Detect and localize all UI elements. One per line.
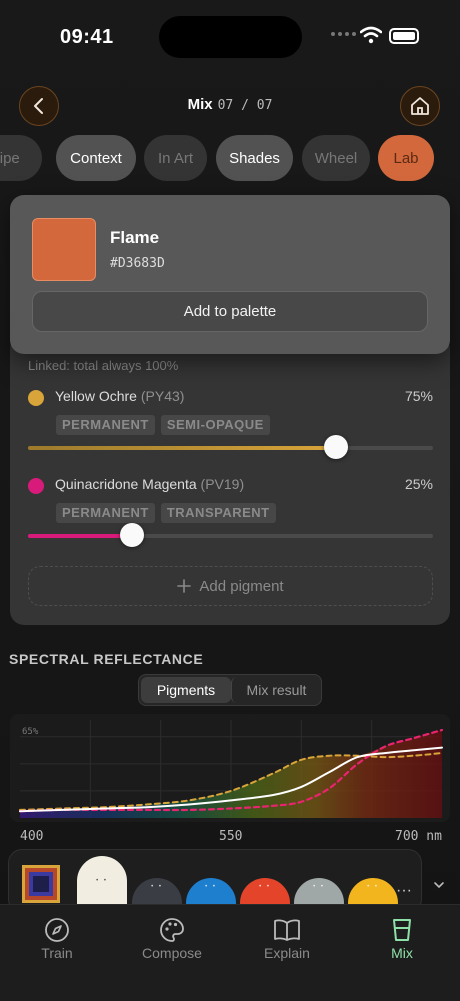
palette-icon — [160, 918, 184, 942]
swatch-face: • • — [205, 884, 217, 890]
slider-knob[interactable] — [120, 523, 144, 547]
x-tick-400: 400 — [20, 829, 44, 844]
swatch-face: • • — [151, 884, 163, 890]
pigment-color-dot — [28, 478, 44, 494]
book-icon — [274, 919, 300, 941]
add-pigment-label: Add pigment — [199, 577, 284, 595]
tab-recipe[interactable]: cipe — [0, 135, 42, 181]
tabbar-item-explain[interactable]: Explain — [242, 915, 332, 961]
pigment-tags: PERMANENT TRANSPARENT — [56, 503, 276, 523]
linked-note: Linked: total always 100% — [28, 358, 179, 373]
tab-in-art[interactable]: In Art — [144, 135, 207, 181]
mix-screen: 09:41 Mix 07 / 07 cipe Context In Art Sha… — [0, 0, 460, 1001]
pigment-slider[interactable] — [28, 435, 433, 459]
tab-wheel[interactable]: Wheel — [302, 135, 370, 181]
tabbar-label: Compose — [142, 945, 202, 961]
tag-permanent: PERMANENT — [56, 503, 155, 523]
pigment-color-dot — [28, 390, 44, 406]
pigment-name: Yellow Ochre (PY43) — [55, 388, 185, 404]
color-hex: #D3683D — [110, 256, 165, 271]
add-to-palette-button[interactable]: Add to palette — [32, 291, 428, 332]
pigment-percent: 75% — [404, 388, 433, 404]
home-button[interactable] — [400, 86, 440, 126]
pigment-name: Quinacridone Magenta (PV19) — [55, 476, 245, 492]
slider-knob[interactable] — [324, 435, 348, 459]
x-tick-550: 550 — [219, 829, 243, 844]
status-time: 09:41 — [60, 26, 114, 48]
pigments-toggle[interactable]: Pigments — [141, 677, 231, 703]
tabbar-item-train[interactable]: Train — [12, 915, 102, 961]
battery-icon — [389, 28, 419, 44]
swatch-face: • • — [313, 884, 325, 890]
y-axis-max-label: 65% — [22, 727, 39, 737]
tag-permanent: PERMANENT — [56, 415, 155, 435]
swatch-face: • • — [367, 884, 379, 890]
swatch-face: • • — [259, 884, 271, 890]
mix-result-toggle[interactable]: Mix result — [231, 677, 321, 703]
tag-semi-opaque: SEMI-OPAQUE — [160, 415, 270, 435]
spectral-toggle: Pigments Mix result — [138, 674, 322, 706]
tab-bar: Train Compose Explain Mix — [0, 904, 460, 1001]
chevron-down-icon[interactable] — [432, 878, 446, 892]
tabbar-label: Explain — [264, 945, 310, 961]
tab-context[interactable]: Context — [56, 135, 136, 181]
pigment-slider[interactable] — [28, 523, 433, 547]
color-swatch — [32, 218, 96, 281]
add-pigment-button[interactable]: Add pigment — [28, 566, 433, 606]
x-tick-700: 700 nm — [395, 829, 442, 844]
slider-fill — [28, 534, 134, 538]
palette-thumbnail[interactable] — [22, 865, 60, 903]
tag-transparent: TRANSPARENT — [160, 503, 276, 523]
page-title: Mix 07 / 07 — [0, 96, 460, 113]
page-title-text: Mix — [187, 96, 213, 113]
swatch-face: • • — [96, 878, 108, 884]
tabbar-label: Mix — [391, 945, 413, 961]
plus-icon — [177, 579, 192, 593]
cellular-signal-icon — [331, 32, 356, 36]
compass-icon — [45, 918, 69, 942]
tab-lab[interactable]: Lab — [378, 135, 434, 181]
tabbar-item-compose[interactable]: Compose — [127, 915, 217, 961]
more-swatches-button[interactable]: ··· — [396, 882, 412, 900]
wifi-icon — [360, 26, 382, 44]
dynamic-island — [159, 16, 302, 58]
tabbar-item-mix[interactable]: Mix — [357, 915, 447, 961]
section-title: SPECTRAL REFLECTANCE — [9, 651, 204, 667]
step-counter: 07 / 07 — [217, 98, 273, 113]
pigment-tags: PERMANENT SEMI-OPAQUE — [56, 415, 270, 435]
home-icon — [411, 97, 429, 115]
tabbar-label: Train — [41, 945, 73, 961]
color-name: Flame — [110, 228, 160, 247]
tab-shades[interactable]: Shades — [216, 135, 293, 181]
cup-icon — [393, 919, 411, 941]
spectral-chart: 65% — [10, 714, 450, 822]
mode-tabs: cipe Context In Art Shades Wheel Lab — [0, 135, 460, 181]
status-bar: 09:41 — [0, 0, 460, 80]
slider-fill — [28, 446, 340, 450]
pigment-percent: 25% — [404, 476, 433, 492]
